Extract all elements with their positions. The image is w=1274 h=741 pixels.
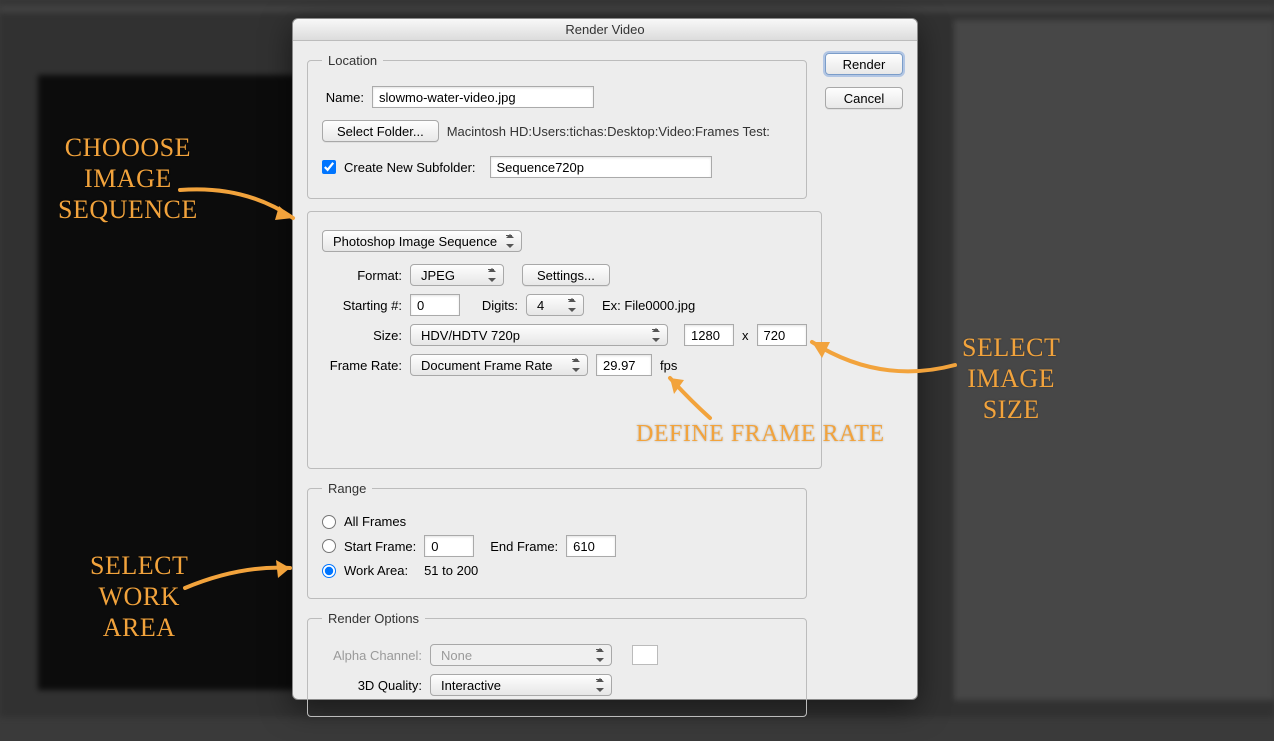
work-area-value: 51 to 200 [424, 563, 478, 578]
range-group: Range All Frames Start Frame: End Frame:… [307, 481, 807, 599]
framerate-preset-value: Document Frame Rate [421, 358, 553, 373]
start-frame-label: Start Frame: [344, 539, 416, 554]
name-label: Name: [322, 90, 364, 105]
sequence-type-value: Photoshop Image Sequence [333, 234, 497, 249]
alpha-color-swatch [632, 645, 658, 665]
cancel-button[interactable]: Cancel [825, 87, 903, 109]
subfolder-input[interactable] [490, 156, 712, 178]
format-label: Format: [322, 268, 402, 283]
all-frames-radio[interactable] [322, 515, 336, 529]
location-legend: Location [322, 53, 383, 68]
end-frame-input[interactable] [566, 535, 616, 557]
size-label: Size: [322, 328, 402, 343]
framerate-select[interactable]: Document Frame Rate [410, 354, 588, 376]
height-input[interactable] [757, 324, 807, 346]
size-x: x [742, 328, 749, 343]
work-area-label: Work Area: [344, 563, 408, 578]
quality-value: Interactive [441, 678, 501, 693]
render-button[interactable]: Render [825, 53, 903, 75]
range-legend: Range [322, 481, 372, 496]
render-video-dialog: Render Video Render Cancel Location Name… [292, 18, 918, 700]
framerate-input[interactable] [596, 354, 652, 376]
quality-label: 3D Quality: [322, 678, 422, 693]
starting-input[interactable] [410, 294, 460, 316]
digits-label: Digits: [468, 298, 518, 313]
sequence-group: Photoshop Image Sequence Format: JPEG Se… [307, 211, 822, 469]
alpha-label: Alpha Channel: [322, 648, 422, 663]
starting-label: Starting #: [322, 298, 402, 313]
name-input[interactable] [372, 86, 594, 108]
digits-value: 4 [537, 298, 544, 313]
framerate-label: Frame Rate: [322, 358, 402, 373]
width-input[interactable] [684, 324, 734, 346]
alpha-value: None [441, 648, 472, 663]
settings-button[interactable]: Settings... [522, 264, 610, 286]
fps-label: fps [660, 358, 677, 373]
format-select[interactable]: JPEG [410, 264, 504, 286]
sequence-type-select[interactable]: Photoshop Image Sequence [322, 230, 522, 252]
digits-select[interactable]: 4 [526, 294, 584, 316]
dialog-title: Render Video [293, 19, 917, 41]
all-frames-label: All Frames [344, 514, 406, 529]
format-value: JPEG [421, 268, 455, 283]
select-folder-button[interactable]: Select Folder... [322, 120, 439, 142]
create-subfolder-label: Create New Subfolder: [344, 160, 476, 175]
quality-select[interactable]: Interactive [430, 674, 612, 696]
start-frame-radio[interactable] [322, 539, 336, 553]
size-select[interactable]: HDV/HDTV 720p [410, 324, 668, 346]
end-frame-label: End Frame: [490, 539, 558, 554]
location-group: Location Name: Select Folder... Macintos… [307, 53, 807, 199]
render-options-legend: Render Options [322, 611, 425, 626]
folder-path: Macintosh HD:Users:tichas:Desktop:Video:… [447, 124, 770, 139]
alpha-select: None [430, 644, 612, 666]
size-preset-value: HDV/HDTV 720p [421, 328, 520, 343]
start-frame-input[interactable] [424, 535, 474, 557]
work-area-radio[interactable] [322, 564, 336, 578]
create-subfolder-checkbox[interactable] [322, 160, 336, 174]
render-options-group: Render Options Alpha Channel: None 3D Qu… [307, 611, 807, 717]
example-text: Ex: File0000.jpg [602, 298, 695, 313]
